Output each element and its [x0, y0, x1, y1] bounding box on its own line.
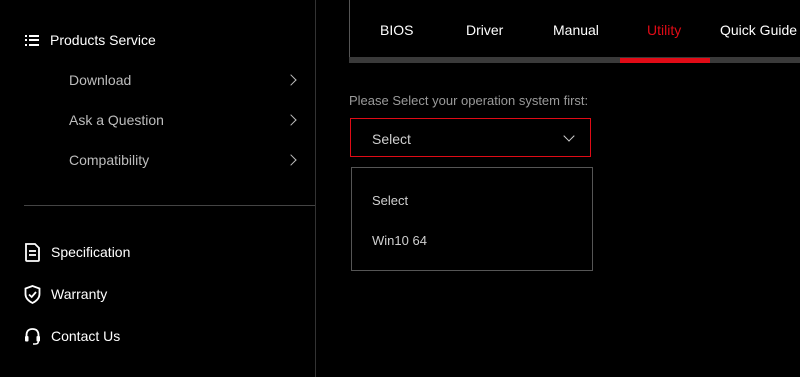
sidebar-item-download[interactable]: Download	[69, 70, 299, 90]
tab-quick-guide[interactable]: Quick Guide	[720, 22, 797, 38]
headset-icon	[25, 327, 40, 345]
sidebar-item-ask-a-question[interactable]: Ask a Question	[69, 110, 299, 130]
contact-us-link[interactable]: Contact Us	[24, 326, 120, 346]
os-select-value: Select	[372, 131, 411, 147]
tab-bar: BIOS Driver Manual Utility Quick Guide	[349, 0, 800, 63]
tab-bar-underline	[349, 57, 800, 63]
sidebar-item-label: Download	[69, 72, 132, 88]
sidebar-divider	[24, 205, 315, 206]
tab-driver[interactable]: Driver	[466, 22, 503, 38]
os-dropdown-list: Select Win10 64	[351, 167, 593, 271]
chevron-right-icon	[285, 114, 297, 126]
os-option-select[interactable]: Select	[372, 193, 408, 208]
active-tab-indicator	[620, 58, 710, 63]
os-select-label: Please Select your operation system firs…	[349, 93, 589, 108]
warranty-link[interactable]: Warranty	[24, 284, 107, 304]
sidebar-item-compatibility[interactable]: Compatibility	[69, 150, 299, 170]
sidebar: Products Service Download Ask a Question…	[0, 0, 316, 377]
shield-check-icon	[24, 284, 41, 304]
sidebar-item-label: Compatibility	[69, 152, 150, 168]
chevron-right-icon	[285, 154, 297, 166]
chevron-down-icon	[563, 130, 575, 142]
products-service-label: Products Service	[50, 32, 156, 48]
os-select[interactable]: Select	[350, 118, 591, 157]
tab-utility[interactable]: Utility	[647, 22, 681, 38]
tab-bios[interactable]: BIOS	[380, 22, 413, 38]
list-icon	[25, 34, 39, 46]
warranty-label: Warranty	[51, 286, 108, 302]
contact-us-label: Contact Us	[51, 328, 121, 344]
specification-label: Specification	[51, 244, 131, 260]
specification-link[interactable]: Specification	[24, 242, 130, 262]
sidebar-item-label: Ask a Question	[69, 112, 164, 128]
tab-manual[interactable]: Manual	[553, 22, 599, 38]
chevron-right-icon	[285, 74, 297, 86]
products-service-header[interactable]: Products Service	[25, 31, 156, 49]
document-icon	[25, 242, 40, 262]
os-option-win10-64[interactable]: Win10 64	[372, 233, 427, 248]
